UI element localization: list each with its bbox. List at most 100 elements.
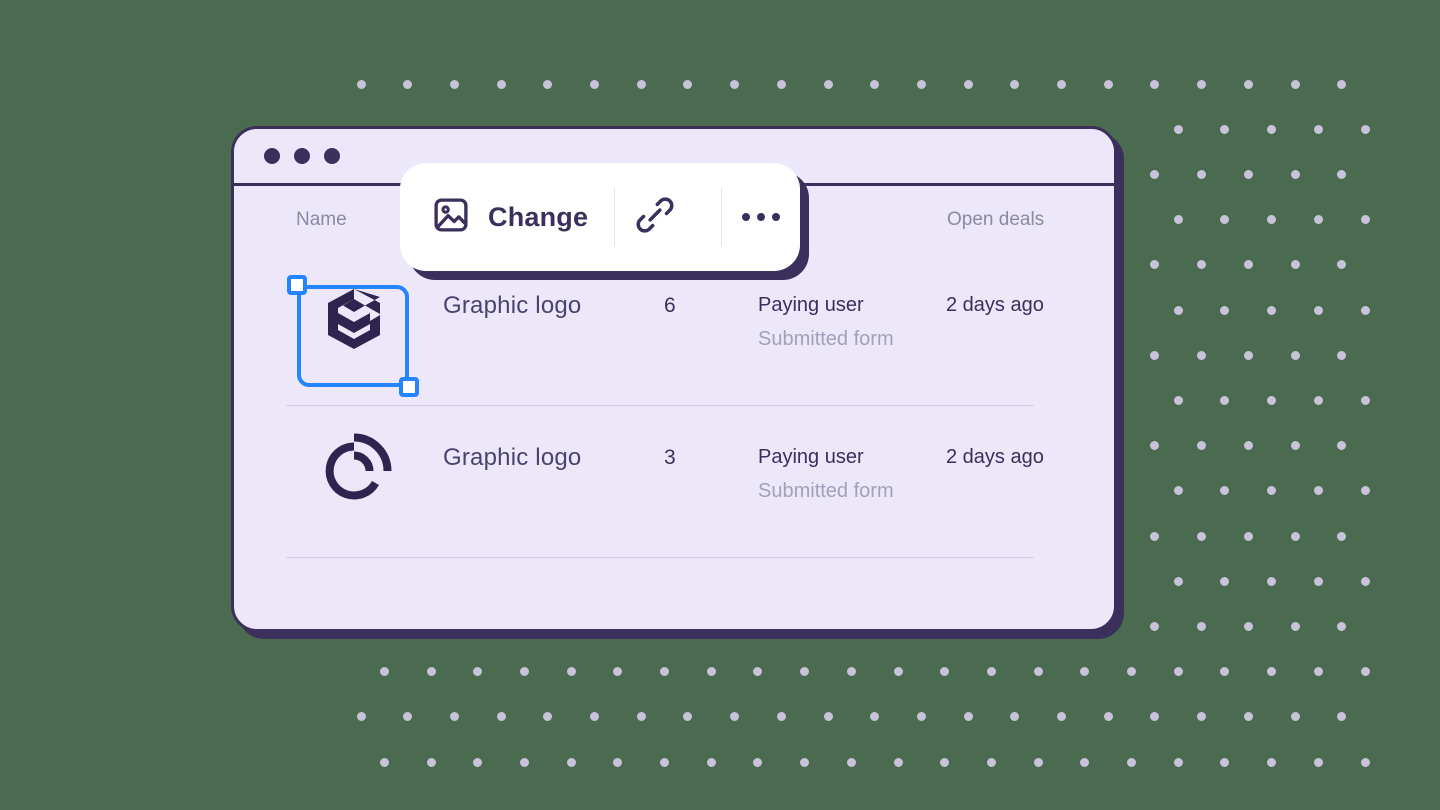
- traffic-light-maximize-icon[interactable]: [324, 148, 340, 164]
- background-dot: [893, 757, 903, 767]
- row-substatus: Submitted form: [758, 480, 894, 502]
- background-dot: [683, 79, 693, 89]
- background-dot: [1173, 667, 1183, 677]
- background-dot: [963, 712, 973, 722]
- background-dot: [940, 757, 950, 767]
- background-dot: [823, 79, 833, 89]
- background-dot: [1243, 169, 1253, 179]
- background-dot: [1360, 757, 1370, 767]
- table-row[interactable]: Graphic logo 3 Paying user Submitted for…: [234, 406, 1114, 558]
- background-dot: [566, 667, 576, 677]
- background-dot: [449, 79, 459, 89]
- background-dot: [473, 667, 483, 677]
- background-dot: [730, 79, 740, 89]
- background-dot: [1150, 79, 1160, 89]
- row-title: Graphic logo: [443, 444, 582, 471]
- background-dot: [1360, 486, 1370, 496]
- more-options-button[interactable]: [722, 163, 800, 271]
- row-open-deals-count: 6: [664, 294, 676, 317]
- toolbar-surface: Change: [400, 163, 800, 271]
- background-dot: [1360, 215, 1370, 225]
- background-dot: [1220, 486, 1230, 496]
- background-dot: [1197, 350, 1207, 360]
- background-dot: [660, 757, 670, 767]
- background-dot: [683, 712, 693, 722]
- background-dot: [1150, 621, 1160, 631]
- background-dot: [1220, 305, 1230, 315]
- background-dot: [1290, 531, 1300, 541]
- background-dot: [730, 712, 740, 722]
- background-dot: [426, 757, 436, 767]
- change-image-button[interactable]: Change: [400, 163, 588, 271]
- selection-handle-bottom-right[interactable]: [399, 377, 419, 397]
- background-dot: [706, 757, 716, 767]
- background-dot: [1197, 621, 1207, 631]
- background-dot: [1173, 215, 1183, 225]
- concentric-arcs-logo-icon[interactable]: [314, 431, 394, 511]
- background-dot: [1337, 441, 1347, 451]
- row-timestamp: 2 days ago: [946, 446, 1044, 468]
- background-dot: [1267, 215, 1277, 225]
- image-icon: [432, 196, 470, 239]
- background-dot: [1337, 531, 1347, 541]
- background-dot: [963, 79, 973, 89]
- background-dot: [1360, 124, 1370, 134]
- row-open-deals-count: 3: [664, 446, 676, 469]
- background-dot: [449, 712, 459, 722]
- background-dot: [403, 79, 413, 89]
- background-dot: [1150, 712, 1160, 722]
- background-dot: [1057, 79, 1066, 89]
- background-dot: [1080, 757, 1090, 767]
- background-dot: [1150, 260, 1160, 270]
- background-dot: [1313, 215, 1323, 225]
- background-dot: [1290, 350, 1300, 360]
- background-dot: [1313, 667, 1323, 677]
- background-dot: [1267, 576, 1277, 586]
- row-title: Graphic logo: [443, 292, 582, 319]
- background-dot: [1197, 169, 1207, 179]
- background-dot: [1173, 486, 1183, 496]
- background-dot: [613, 757, 623, 767]
- background-dot: [1150, 531, 1160, 541]
- background-dot: [519, 667, 529, 677]
- background-dot: [403, 712, 413, 722]
- selection-handle-top-left[interactable]: [287, 275, 307, 295]
- background-dot: [776, 79, 786, 89]
- background-dot: [1267, 124, 1277, 134]
- background-dot: [1220, 215, 1230, 225]
- background-dot: [753, 667, 763, 677]
- link-icon: [635, 195, 675, 240]
- background-dot: [1243, 79, 1253, 89]
- background-dot: [870, 79, 880, 89]
- image-context-toolbar: Change: [400, 163, 809, 280]
- background-dot: [1080, 667, 1090, 677]
- background-dot: [543, 79, 553, 89]
- background-dot: [636, 79, 646, 89]
- background-dot: [823, 712, 833, 722]
- background-dot: [1220, 667, 1230, 677]
- background-dot: [1150, 169, 1160, 179]
- copy-link-button[interactable]: [615, 163, 695, 271]
- background-dot: [1243, 531, 1253, 541]
- background-dot: [1220, 757, 1230, 767]
- background-dot: [1220, 395, 1230, 405]
- background-dot: [1173, 124, 1183, 134]
- background-dot: [1010, 79, 1020, 89]
- background-dot: [1220, 576, 1230, 586]
- background-dot: [1313, 395, 1323, 405]
- row-status: Paying user: [758, 446, 864, 468]
- background-dot: [1267, 305, 1277, 315]
- change-button-label: Change: [488, 201, 589, 232]
- traffic-light-close-icon[interactable]: [264, 148, 280, 164]
- row-substatus: Submitted form: [758, 328, 894, 350]
- background-dot: [1243, 621, 1253, 631]
- background-dot: [356, 712, 366, 722]
- background-dot: [1197, 79, 1207, 89]
- background-dot: [940, 667, 950, 677]
- background-dot: [916, 712, 926, 722]
- image-selection-frame[interactable]: [287, 275, 419, 397]
- background-dot: [1313, 124, 1323, 134]
- background-dot: [916, 79, 926, 89]
- traffic-light-minimize-icon[interactable]: [294, 148, 310, 164]
- background-dot: [1267, 757, 1277, 767]
